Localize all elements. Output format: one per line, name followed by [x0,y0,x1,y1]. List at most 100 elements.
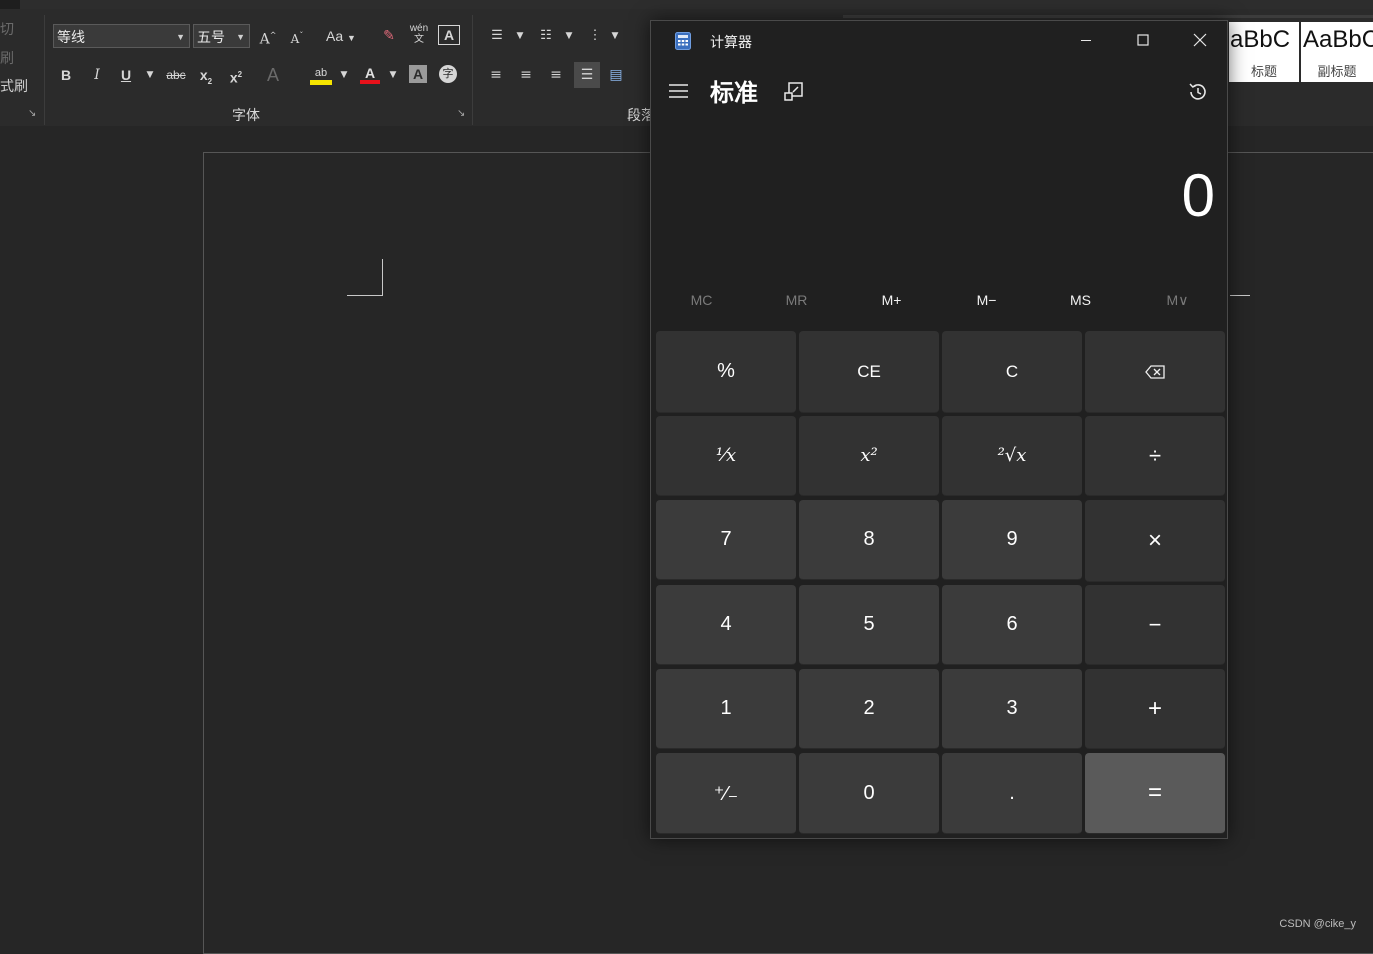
history-button[interactable] [1185,79,1211,105]
distributed-button[interactable]: ▤ [606,64,626,86]
negate-button[interactable]: ⁺⁄₋ [656,753,796,834]
digit-0-label: 0 [863,781,875,804]
subtract-label: − [1148,611,1162,637]
memory-store-button[interactable]: MS [1033,292,1128,308]
close-icon [1193,33,1206,47]
style-subtitle[interactable]: AaBbC 副标题 [1301,22,1373,82]
mode-title: 标准 [710,79,758,107]
minimize-button[interactable] [1057,21,1114,59]
divide-button[interactable]: ÷ [1085,416,1225,496]
memory-recall-button[interactable]: MR [749,292,844,308]
digit-4-button[interactable]: 4 [656,585,796,665]
digit-8-label: 8 [863,528,875,550]
grow-font-icon: A [259,31,270,48]
bold-button[interactable]: B [56,64,76,86]
digit-0-button[interactable]: 0 [799,753,939,834]
style-heading[interactable]: aBbC 标题 [1229,22,1299,82]
clipboard-launcher-icon[interactable]: ↘ [28,108,36,119]
highlight-button[interactable]: ab [310,62,332,85]
text-effects-button[interactable]: A [263,64,283,86]
clipboard-copy-label[interactable]: 刷 [0,48,14,68]
equals-button[interactable]: = [1085,753,1225,834]
memory-clear-button[interactable]: MC [654,292,749,308]
keep-on-top-button[interactable] [781,79,807,105]
font-color-dropdown[interactable]: ▼ [387,64,399,86]
superscript-button[interactable]: x2 [226,64,246,86]
clear-button[interactable]: C [942,331,1082,413]
navigation-menu-button[interactable] [667,79,693,105]
char-border-button[interactable]: A [438,25,460,45]
subscript-button[interactable]: x2 [196,64,216,86]
font-color-button[interactable]: A [360,62,380,84]
maximize-button[interactable] [1114,21,1171,59]
digit-2-button[interactable]: 2 [799,669,939,749]
highlight-dropdown[interactable]: ▼ [338,64,350,86]
watermark: CSDN @cike_y [1279,918,1356,930]
clear-formatting-button[interactable]: ✎ [379,25,399,47]
bullets-dropdown[interactable]: ▼ [514,25,526,47]
phonetic-guide-button[interactable]: wén 文 [408,23,430,45]
change-case-icon: Aa [326,28,344,44]
multilevel-list-icon: ⋮ [588,28,602,43]
font-size-combo[interactable]: 五号 ▼ [193,24,250,48]
memory-list-button[interactable]: M∨ [1130,292,1225,309]
square-button[interactable]: x² [799,416,939,496]
digit-7-button[interactable]: 7 [656,500,796,580]
digit-9-button[interactable]: 9 [942,500,1082,580]
enclose-char-button[interactable]: 字 [439,65,457,83]
decimal-button[interactable]: . [942,753,1082,834]
chevron-down-icon: ▼ [236,32,245,42]
italic-button[interactable]: I [87,64,107,86]
close-button[interactable] [1171,21,1228,59]
justify-button[interactable]: ☰ [574,62,600,88]
square-root-button[interactable]: ²√x [942,416,1082,496]
digit-5-button[interactable]: 5 [799,585,939,665]
align-left-button[interactable]: ≡ [486,64,506,86]
align-center-button[interactable]: ≡ [516,64,536,86]
digit-1-label: 1 [720,697,732,719]
digit-1-button[interactable]: 1 [656,669,796,749]
bullets-button[interactable]: ☰ [486,25,508,47]
multilevel-list-button[interactable]: ⋮ [584,25,606,47]
ribbon-separator [44,15,45,125]
grow-font-button[interactable]: A^ [258,25,278,48]
percent-button[interactable]: % [656,331,796,413]
distributed-icon: ▤ [609,67,623,83]
digit-3-button[interactable]: 3 [942,669,1082,749]
font-launcher-icon[interactable]: ↘ [457,108,465,119]
multiply-button[interactable]: × [1085,500,1225,582]
decimal-label: . [1009,781,1015,804]
multilevel-dropdown[interactable]: ▼ [609,25,621,47]
change-case-button[interactable]: Aa ▼ [322,25,360,47]
add-button[interactable]: + [1085,669,1225,749]
subtract-button[interactable]: − [1085,585,1225,665]
style-heading-sample: aBbC [1230,26,1291,53]
strikethrough-button[interactable]: abc [163,64,189,86]
font-name-combo[interactable]: 等线 ▼ [53,24,190,48]
clipboard-cut-label[interactable]: 切 [0,19,14,39]
digit-6-button[interactable]: 6 [942,585,1082,665]
format-painter-label[interactable]: 式刷 [0,76,28,96]
phonetic-guide-icon: wén [409,23,429,34]
shrink-font-button[interactable]: Aˇ [287,25,307,47]
digit-8-button[interactable]: 8 [799,500,939,580]
style-subtitle-sample: AaBbC [1303,26,1373,53]
multiply-label: × [1147,526,1162,554]
underline-dropdown[interactable]: ▼ [144,64,156,86]
minimize-icon [1080,40,1091,41]
align-right-button[interactable]: ≡ [546,64,566,86]
square-root-label: ²√x [997,445,1027,466]
reciprocal-button[interactable]: ¹⁄x [656,416,796,496]
numbering-dropdown[interactable]: ▼ [563,25,575,47]
char-shading-button[interactable]: A [409,65,427,83]
underline-button[interactable]: U [116,64,136,86]
memory-subtract-button[interactable]: M− [939,292,1034,308]
clipboard-group: 切 刷 式刷 ↘ [0,9,44,126]
digit-2-label: 2 [863,697,875,719]
clear-entry-button[interactable]: CE [799,331,939,413]
font-size-value: 五号 [197,29,225,45]
memory-add-button[interactable]: M+ [844,292,939,308]
calculator-window: 计算器 标准 0 MC MR M+ M− MS M∨ % CE C ¹⁄x x²… [650,20,1228,839]
numbering-button[interactable]: ☷ [535,25,557,47]
backspace-button[interactable] [1085,331,1225,413]
